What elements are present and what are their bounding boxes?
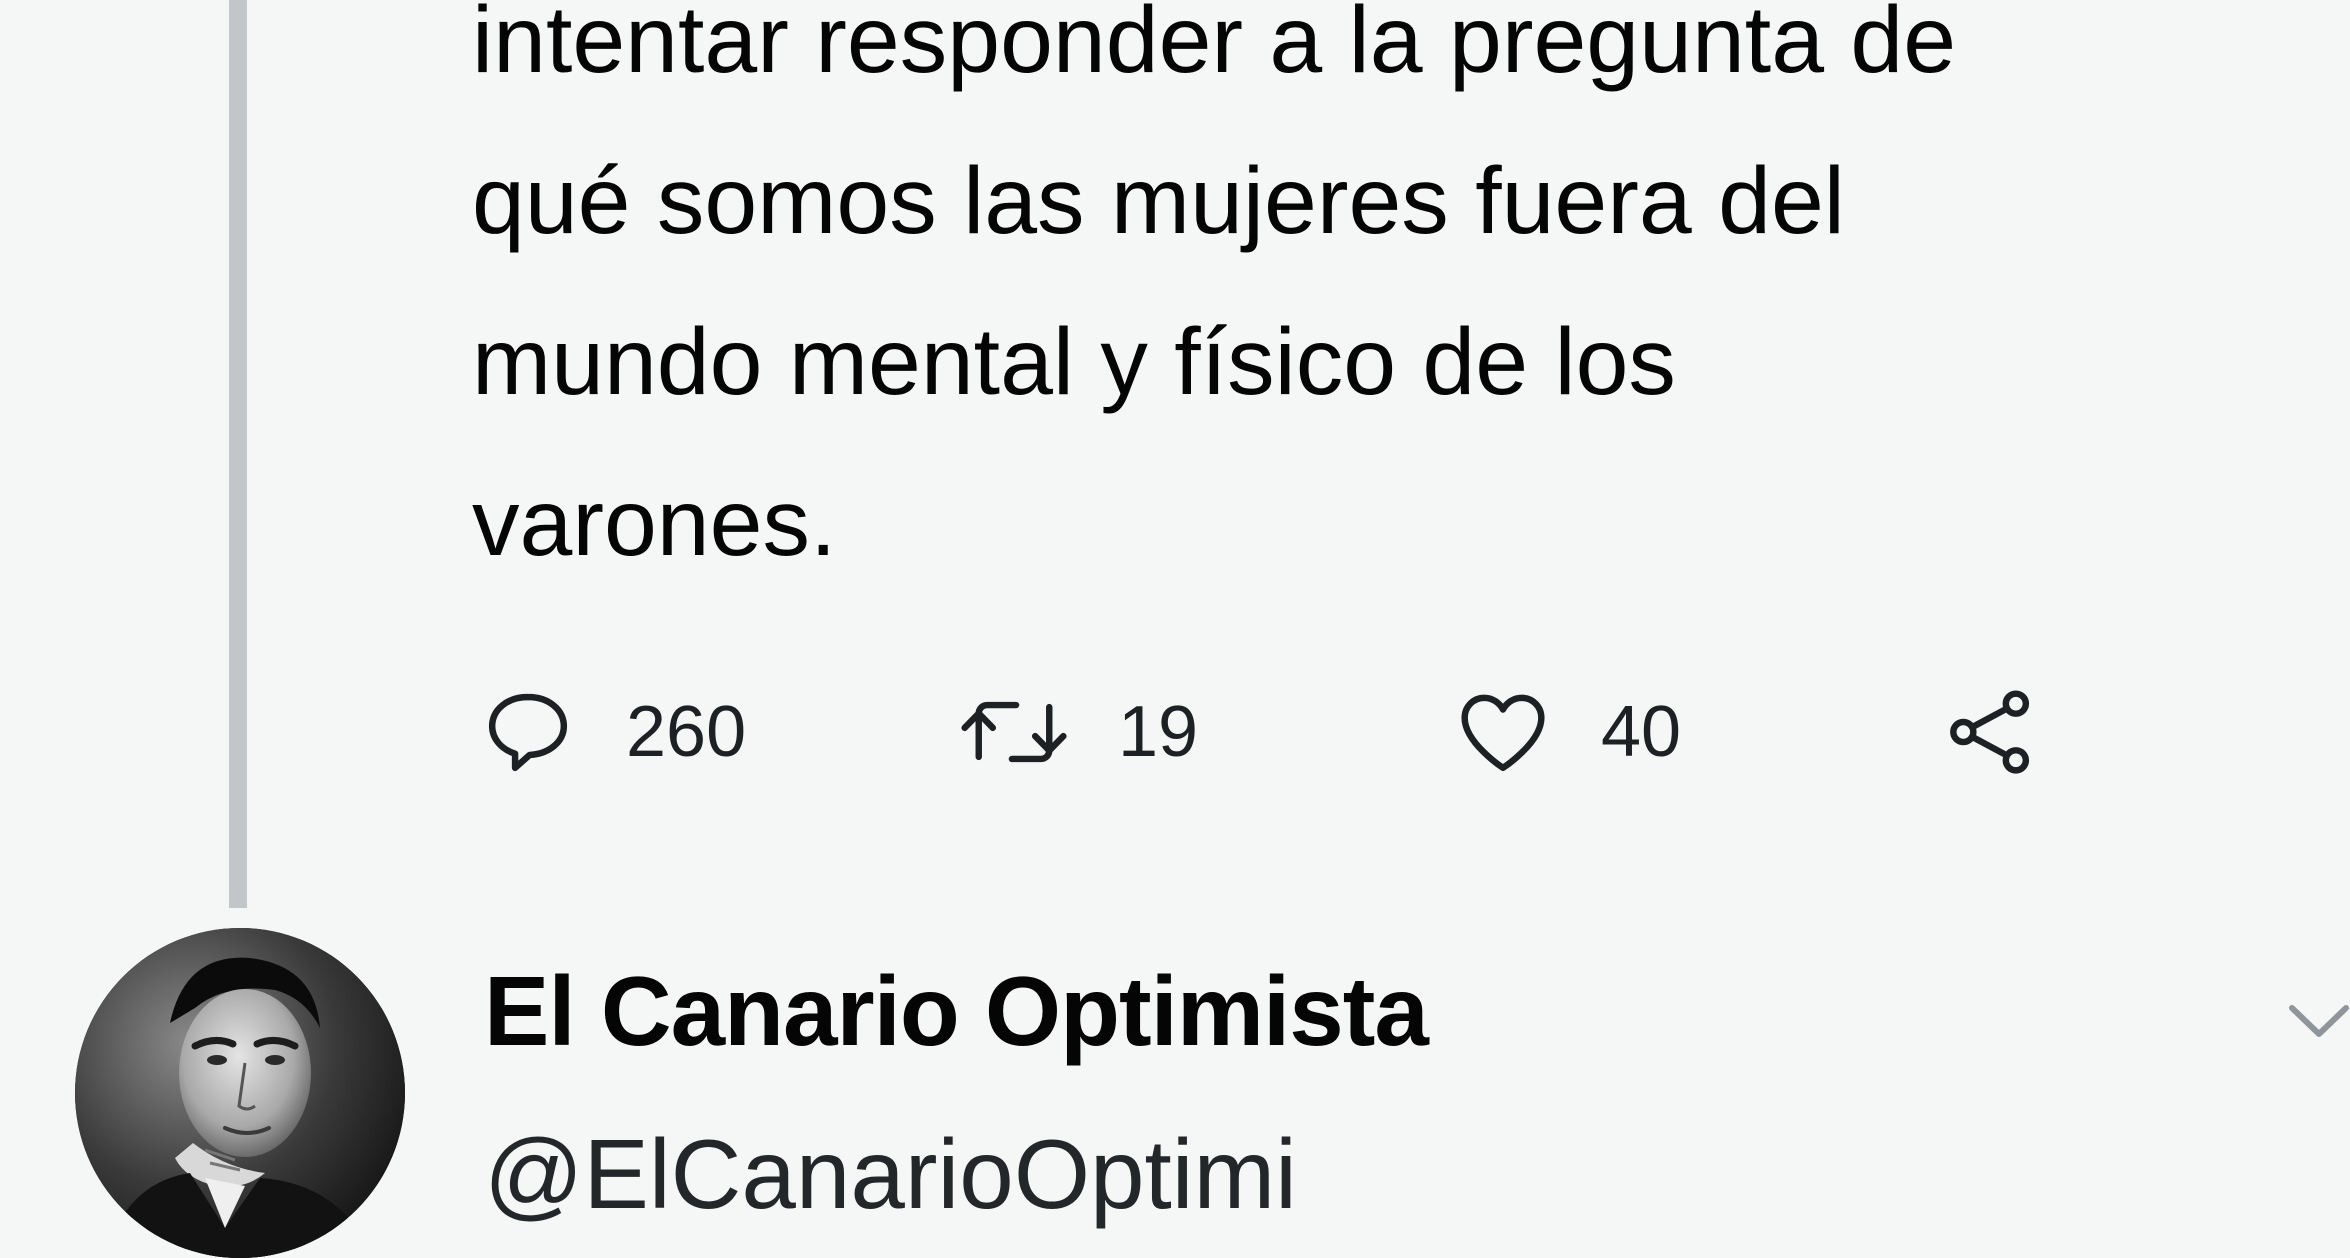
profile-photo [75, 928, 405, 1258]
reply-icon [488, 693, 568, 772]
tweet-action-bar: 260 19 40 [478, 672, 2078, 792]
tweet-text-line: mundo mental y físico de los [472, 309, 1676, 415]
user-handle[interactable]: @ElCanarioOptimi [484, 1118, 1297, 1231]
share-icon [1950, 690, 2030, 774]
like-count: 40 [1601, 692, 1682, 772]
avatar[interactable] [75, 928, 405, 1258]
retweet-icon [961, 701, 1067, 763]
retweet-button[interactable]: 19 [958, 672, 1198, 792]
user-display-name[interactable]: El Canario Optimista [484, 955, 1429, 1068]
like-icon [1461, 694, 1545, 772]
like-button[interactable]: 40 [1453, 672, 1681, 792]
tweet-body: intentar responder a la pregunta de qué … [472, 0, 2332, 604]
reply-count: 260 [626, 692, 747, 772]
share-button[interactable] [1940, 672, 2040, 792]
thread-connector-line [229, 0, 247, 908]
tweet-options-button[interactable] [2284, 990, 2350, 1050]
chevron-down-icon [2289, 1005, 2349, 1037]
tweet-text-line: qué somos las mujeres fuera del [472, 148, 1845, 254]
tweet-text-line: intentar responder a la pregunta de [472, 0, 1957, 93]
tweet-text-line: varones. [472, 470, 837, 576]
reply-button[interactable]: 260 [478, 672, 746, 792]
retweet-count: 19 [1118, 692, 1199, 772]
